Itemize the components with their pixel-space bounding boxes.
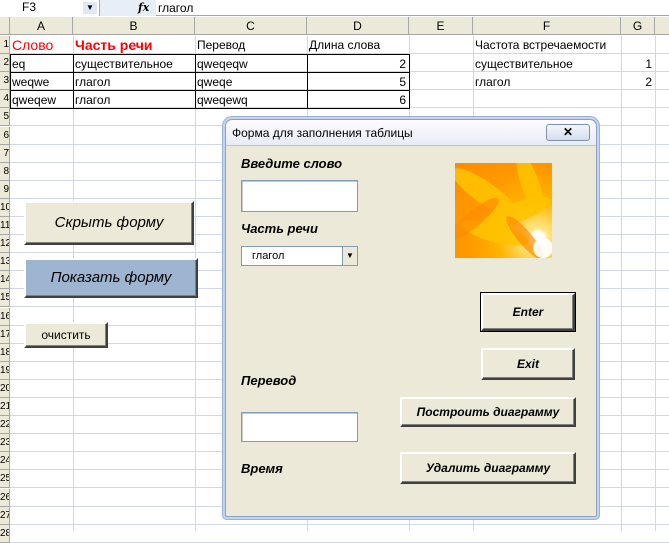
row-header[interactable]: 4 xyxy=(0,90,10,108)
row-header[interactable]: 6 xyxy=(0,127,10,145)
delete-chart-button[interactable]: Удалить диаграмму xyxy=(400,452,576,484)
row-header[interactable]: 15 xyxy=(0,289,10,307)
clear-button[interactable]: очистить xyxy=(24,322,108,348)
translation-label: Перевод xyxy=(241,373,297,388)
column-header-g[interactable]: G xyxy=(621,17,655,35)
row-header[interactable]: 8 xyxy=(0,163,10,181)
row-header[interactable]: 18 xyxy=(0,344,10,362)
frequency-cell[interactable]: глагол xyxy=(473,73,621,91)
row-header[interactable]: 12 xyxy=(0,235,10,253)
row-header[interactable]: 25 xyxy=(0,470,10,488)
row-header[interactable]: 2 xyxy=(0,54,10,72)
row-header[interactable]: 21 xyxy=(0,398,10,416)
row-header[interactable]: 10 xyxy=(0,199,10,217)
row-header[interactable]: 24 xyxy=(0,452,10,470)
exit-button[interactable]: Exit xyxy=(481,348,575,380)
row-header[interactable]: 28 xyxy=(0,525,10,543)
table-header-translation[interactable]: Перевод xyxy=(195,36,307,54)
row-header[interactable]: 3 xyxy=(0,72,10,90)
column-header-d[interactable]: D xyxy=(307,17,409,35)
chevron-down-icon[interactable]: ▼ xyxy=(342,247,357,265)
row-header[interactable]: 9 xyxy=(0,181,10,199)
dialog-title-bar[interactable]: Форма для заполнения таблицы xyxy=(226,120,596,146)
table-cell[interactable]: qweqew xyxy=(10,91,73,109)
select-all-corner[interactable] xyxy=(0,17,10,35)
enter-button[interactable]: Enter xyxy=(480,292,576,332)
fx-icon[interactable]: fx xyxy=(138,0,149,16)
table-cell[interactable]: существительное xyxy=(73,55,195,73)
frequency-cell[interactable]: 2 xyxy=(621,73,655,91)
table-cell[interactable]: qweqewq xyxy=(195,91,307,109)
name-box[interactable]: F3 ▼ xyxy=(0,0,100,16)
table-cell[interactable]: глагол xyxy=(73,73,195,91)
row-header[interactable]: 27 xyxy=(0,507,10,525)
table-cell[interactable]: 2 xyxy=(307,55,409,73)
gridline xyxy=(10,524,669,525)
name-box-value: F3 xyxy=(22,0,37,14)
frequency-cell[interactable]: существительное xyxy=(473,55,621,73)
table-cell[interactable]: weqwe xyxy=(10,73,73,91)
gridline xyxy=(655,36,656,531)
time-label: Время xyxy=(241,461,283,476)
row-header[interactable]: 1 xyxy=(0,36,10,54)
show-form-button[interactable]: Показать форму xyxy=(24,258,198,298)
translation-input[interactable] xyxy=(241,412,358,442)
word-label: Введите слово xyxy=(241,156,343,171)
row-header[interactable]: 17 xyxy=(0,326,10,344)
table-header-word[interactable]: Слово xyxy=(10,36,73,54)
gridline xyxy=(621,36,622,531)
column-header-next[interactable] xyxy=(655,17,669,35)
column-header-f[interactable]: F xyxy=(473,17,621,35)
name-box-dropdown-icon[interactable]: ▼ xyxy=(83,2,97,14)
row-header[interactable]: 13 xyxy=(0,253,10,271)
table-header-part-of-speech[interactable]: Часть речи xyxy=(73,36,195,54)
formula-bar: F3 ▼ fx глагол xyxy=(0,0,669,16)
table-cell[interactable]: qweqe xyxy=(195,73,307,91)
part-of-speech-label: Часть речи xyxy=(241,221,318,236)
row-header[interactable]: 19 xyxy=(0,362,10,380)
build-chart-button[interactable]: Построить диаграмму xyxy=(400,397,576,427)
row-header[interactable]: 20 xyxy=(0,380,10,398)
row-header[interactable]: 14 xyxy=(0,271,10,289)
row-header[interactable]: 26 xyxy=(0,489,10,507)
frequency-cell[interactable]: 1 xyxy=(621,55,655,73)
table-cell[interactable]: 5 xyxy=(307,73,409,91)
formula-input[interactable]: глагол xyxy=(158,0,193,16)
row-header[interactable]: 11 xyxy=(0,217,10,235)
table-cell[interactable]: 6 xyxy=(307,91,409,109)
row-header[interactable]: 22 xyxy=(0,416,10,434)
dialog-title: Форма для заполнения таблицы xyxy=(232,126,413,140)
column-header-b[interactable]: B xyxy=(73,17,195,35)
part-of-speech-value: глагол xyxy=(252,250,285,262)
table-header-length[interactable]: Длина слова xyxy=(307,36,409,54)
word-input[interactable] xyxy=(241,180,358,212)
column-header-a[interactable]: A xyxy=(10,17,73,35)
row-header[interactable]: 5 xyxy=(0,108,10,126)
flower-image xyxy=(455,163,552,258)
column-header-c[interactable]: C xyxy=(195,17,307,35)
row-header[interactable]: 7 xyxy=(0,145,10,163)
table-cell[interactable]: eq xyxy=(10,55,73,73)
table-cell[interactable]: глагол xyxy=(73,91,195,109)
frequency-header[interactable]: Частота встречаемости xyxy=(473,36,621,54)
hide-form-button[interactable]: Скрыть форму xyxy=(24,201,194,245)
table-cell[interactable]: qweqeqw xyxy=(195,55,307,73)
row-header[interactable]: 16 xyxy=(0,308,10,326)
column-header-e[interactable]: E xyxy=(409,17,473,35)
part-of-speech-select[interactable]: глагол ▼ xyxy=(241,246,358,266)
row-header[interactable]: 23 xyxy=(0,434,10,452)
close-icon[interactable]: ✕ xyxy=(546,124,590,141)
